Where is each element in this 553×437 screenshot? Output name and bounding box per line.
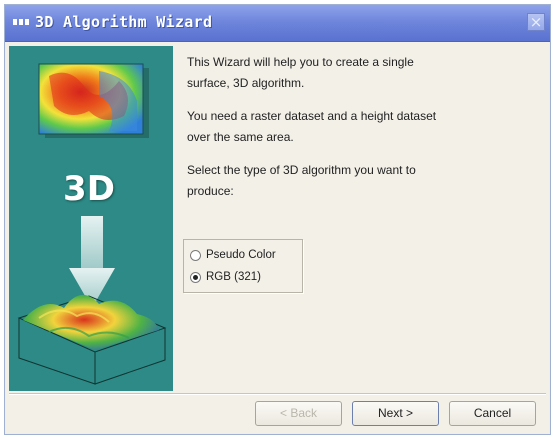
next-button[interactable]: Next > bbox=[352, 401, 439, 426]
close-icon: × bbox=[529, 13, 543, 31]
option-pseudo-color[interactable]: Pseudo Color bbox=[190, 247, 276, 263]
button-divider bbox=[9, 393, 546, 395]
option-label: Pseudo Color bbox=[206, 249, 276, 261]
back-button[interactable]: < Back bbox=[255, 401, 342, 426]
radio-button[interactable] bbox=[190, 249, 201, 261]
close-button[interactable]: × bbox=[527, 13, 545, 31]
requirement-text: You need a raster dataset and a height d… bbox=[187, 109, 437, 144]
title-bar[interactable]: 3D Algorithm Wizard × bbox=[5, 5, 550, 42]
wizard-side-image: 3D bbox=[9, 46, 173, 391]
cancel-button[interactable]: Cancel bbox=[449, 401, 536, 426]
wizard-window: 3D Algorithm Wizard × 3D This Wizard wil… bbox=[4, 4, 551, 435]
side-panel-label: 3D bbox=[63, 169, 115, 209]
raster-map-icon bbox=[17, 63, 167, 385]
intro-text: This Wizard will help you to create a si… bbox=[187, 55, 414, 90]
window-title: 3D Algorithm Wizard bbox=[35, 13, 213, 31]
radio-button-selected[interactable] bbox=[190, 271, 201, 283]
wizard-content: This Wizard will help you to create a si… bbox=[187, 52, 537, 202]
algorithm-type-group: Pseudo Color RGB (321) bbox=[183, 239, 303, 293]
option-label: RGB (321) bbox=[206, 271, 261, 283]
option-rgb[interactable]: RGB (321) bbox=[190, 269, 261, 285]
app-icon bbox=[13, 19, 29, 25]
algorithm-type-prompt: Select the type of 3D algorithm you want… bbox=[187, 163, 416, 198]
